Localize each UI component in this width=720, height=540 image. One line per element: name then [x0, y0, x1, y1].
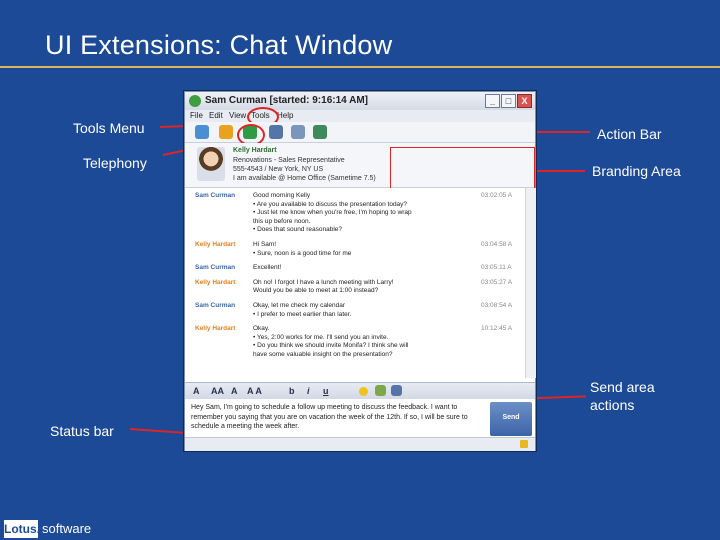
callout-send-area: Send area actions	[590, 379, 655, 413]
message-sender: Kelly Hardart	[195, 241, 236, 248]
menu-edit[interactable]: Edit	[209, 110, 223, 122]
message-time: 03:08:54 A	[481, 302, 513, 309]
send-button[interactable]: Send	[490, 402, 532, 436]
branding-highlight	[390, 147, 535, 189]
contact-phone: 555-4543 / New York, NY US	[233, 166, 324, 173]
chat-transcript[interactable]: Sam Curman 03:02:05 A Good morning Kelly • …	[185, 188, 525, 378]
message-line: Would you be able to meet at 1:00 instea…	[253, 287, 379, 295]
message-time: 03:05:27 A	[481, 278, 513, 286]
message-sender: Kelly Hardart	[195, 325, 236, 333]
status-bar	[185, 437, 535, 451]
callout-tools-menu: Tools Menu	[73, 120, 145, 136]
message-line: Okay.	[253, 325, 270, 333]
contact-icon[interactable]	[313, 125, 327, 139]
chat-message: Kelly Hardart 03:05:27 A Oh no! I forgot I…	[185, 279, 525, 296]
message-sender: Sam Curman	[195, 264, 236, 272]
font-size-button[interactable]: A A	[247, 385, 262, 397]
message-line: • Are you available to discuss the prese…	[253, 200, 408, 208]
callout-branding-area: Branding Area	[592, 163, 681, 179]
chat-message: Sam Curman 03:02:05 A Good morning Kelly • …	[185, 192, 525, 235]
lock-icon	[520, 440, 528, 448]
transcript-scrollbar[interactable]	[525, 188, 536, 378]
message-line: Oh no! I forgot I have a lunch meeting w…	[253, 278, 394, 286]
menu-bar: File Edit View Tools Help	[185, 110, 535, 122]
message-line: • Does that sound reasonable?	[253, 226, 343, 234]
emoticon-icon[interactable]	[219, 125, 233, 139]
send-area: Hey Sam, I'm going to schedule a follow …	[185, 399, 535, 437]
message-line: Good morning Kelly	[253, 192, 311, 199]
message-line: Okay, let me check my calendar	[253, 302, 345, 309]
callout-action-bar: Action Bar	[597, 126, 662, 142]
contact-status: I am available @ Home Office (Sametime 7…	[233, 175, 376, 182]
close-button[interactable]: X	[517, 94, 532, 108]
chat-message: Kelly Hardart 03:04:58 A Hi Sam! • Sure, no…	[185, 241, 525, 258]
chat-message: Sam Curman 03:05:11 A Excellent!	[185, 264, 525, 273]
message-sender: Sam Curman	[195, 192, 236, 199]
message-sender: Kelly Hardart	[195, 278, 236, 286]
message-time: 03:02:05 A	[481, 192, 513, 199]
slide-title: UI Extensions: Chat Window	[45, 30, 393, 60]
contact-name: Kelly Hardart	[233, 147, 277, 154]
chat-message: Sam Curman 03:08:54 A Okay, let me check m…	[185, 302, 525, 319]
message-line: • Just let me know when you're free, I'm…	[253, 209, 412, 217]
contact-role: Renovations - Sales Representative	[233, 157, 345, 164]
message-sender: Sam Curman	[195, 302, 236, 309]
message-input[interactable]: Hey Sam, I'm going to schedule a follow …	[191, 403, 481, 432]
message-line: Hi Sam!	[253, 241, 277, 248]
message-line: • Sure, noon is a good time for me	[253, 249, 352, 257]
message-line: Excellent!	[253, 264, 282, 272]
menu-file[interactable]: File	[190, 110, 203, 122]
chat-message: Kelly Hardart 10:12:45 A Okay. • Yes, 2:00 …	[185, 325, 525, 359]
message-line: have some valuable insight on the presen…	[253, 350, 393, 358]
chat-app-icon	[189, 95, 201, 107]
message-line: • Do you think we should invite Monifa? …	[253, 342, 409, 350]
minimize-button[interactable]: _	[485, 94, 500, 108]
font-color-button[interactable]: AA	[211, 385, 224, 397]
message-line: • Yes, 2:00 works for me. I'll send you …	[253, 333, 389, 341]
window-titlebar[interactable]: Sam Curman [started: 9:16:14 AM] _ □ X	[185, 92, 535, 110]
message-time: 03:04:58 A	[481, 241, 513, 248]
pointer-status-bar	[129, 428, 190, 435]
title-divider	[0, 66, 720, 68]
highlight-button[interactable]: A	[231, 385, 238, 397]
message-time: 10:12:45 A	[481, 325, 513, 333]
message-line: • I prefer to meet earlier than later.	[253, 310, 352, 318]
add-people-icon[interactable]	[195, 125, 209, 139]
menu-help[interactable]: Help	[277, 110, 293, 122]
bold-button[interactable]: b	[289, 385, 295, 397]
callout-status-bar: Status bar	[50, 423, 114, 439]
font-button[interactable]: A	[193, 385, 200, 397]
maximize-button[interactable]: □	[501, 94, 516, 108]
chat-window: Sam Curman [started: 9:16:14 AM] _ □ X F…	[184, 91, 536, 451]
format-toolbar: A AA A A A b i u	[185, 382, 535, 399]
avatar	[197, 147, 225, 181]
meeting-icon[interactable]	[291, 125, 305, 139]
screen-capture-icon[interactable]	[391, 385, 402, 396]
window-title: Sam Curman [started: 9:16:14 AM]	[205, 95, 369, 106]
menu-view[interactable]: View	[229, 110, 246, 122]
logo-product: software	[42, 521, 92, 536]
screen-share-icon[interactable]	[269, 125, 283, 139]
italic-button[interactable]: i	[307, 385, 310, 397]
logo-brand: Lotus.	[4, 520, 40, 538]
link-icon[interactable]	[375, 385, 386, 396]
message-time: 03:05:11 A	[481, 264, 512, 272]
underline-button[interactable]: u	[323, 385, 329, 397]
emoticon-picker-icon[interactable]	[359, 387, 368, 396]
message-line: this up before noon.	[253, 217, 311, 225]
callout-telephony: Telephony	[83, 155, 147, 171]
